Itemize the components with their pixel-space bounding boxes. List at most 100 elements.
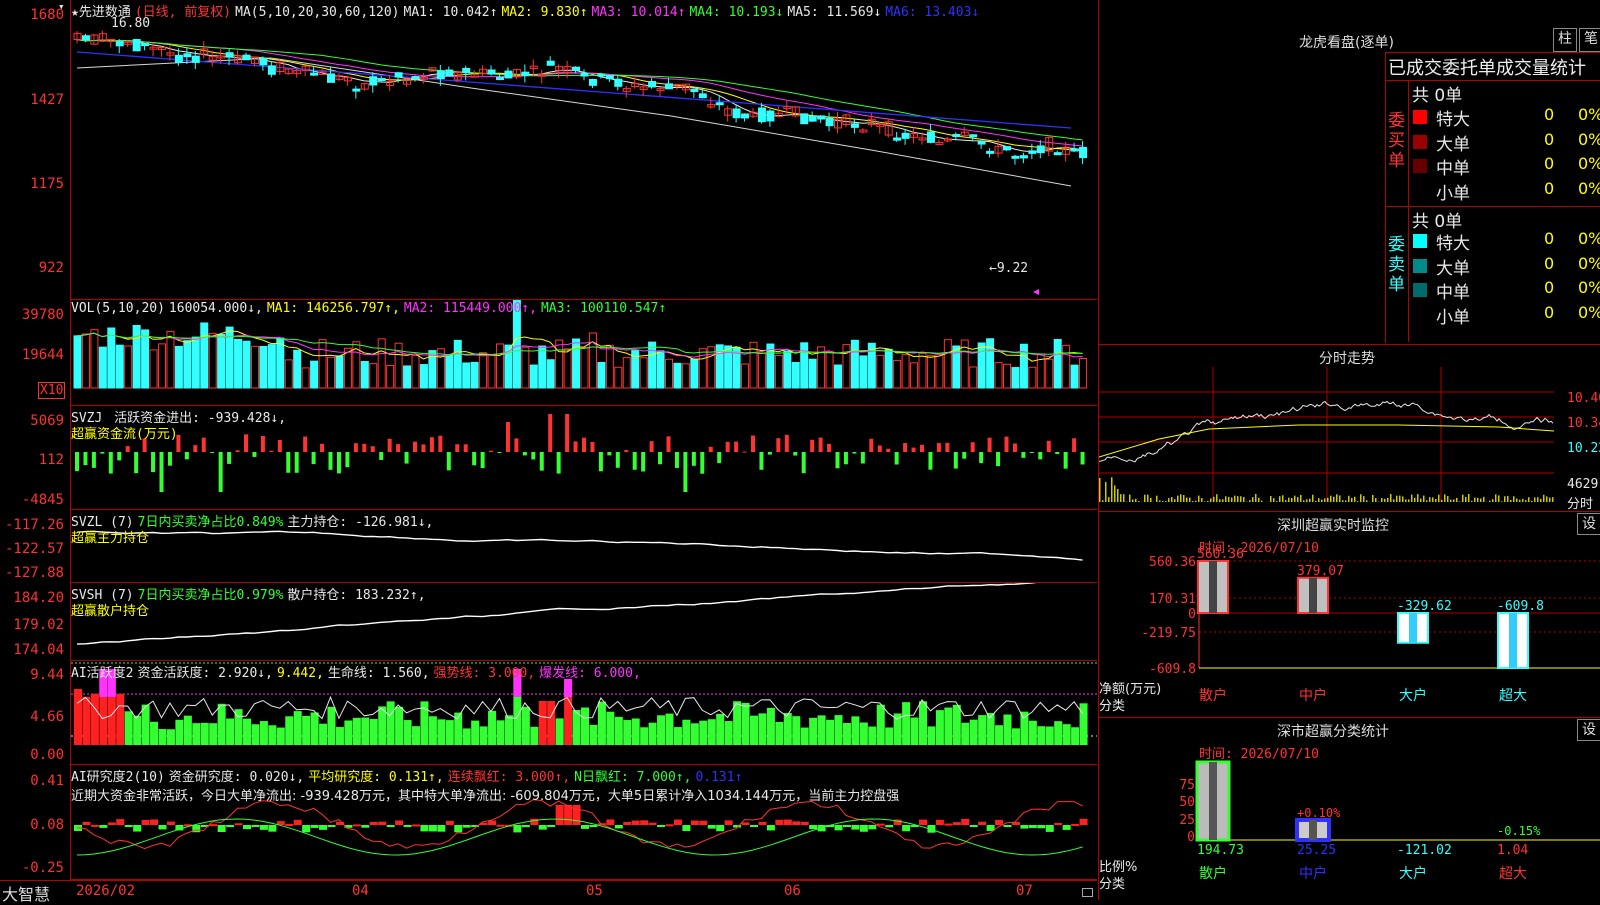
candle-body [328,74,335,82]
chart-mode[interactable]: (日线, 前复权) [135,5,231,20]
research-bar [319,825,327,830]
svsh-panel[interactable]: SVSH (7)7日内买卖净占比0.979%散户持仓: 183.232↑, 超赢… [71,583,1097,661]
buy-row-name: 大单 [1436,130,1470,155]
bar-mode-button[interactable]: 柱 [1553,28,1577,52]
research-bar [1046,825,1054,832]
intraday-vol-bar [1192,501,1194,502]
sz-monitor-chart[interactable]: 560.36170.310-219.75-609.8560.36散户379.07… [1099,512,1600,718]
research-bar [775,820,783,825]
flow-bar [895,452,899,465]
vol-ma3: MA3: 100110.547↑ [541,301,666,316]
monitor-tick: 560.36 [1149,555,1196,570]
volume-bar [319,340,326,388]
volume-bar [142,330,149,388]
candle-body [243,55,250,60]
vol-panel[interactable]: VOL(5,10,20)160054.000↓,MA1: 146256.797↑… [71,300,1097,406]
intraday-vol-bar [1237,496,1239,502]
sz-monitor-panel[interactable]: 深圳超赢实时监控 设 时间: 2026/07/10 560.36170.310-… [1098,512,1600,718]
research-bar [657,825,665,827]
sell-row-count: 0 [1544,303,1554,322]
stock-name[interactable]: ★先进数通 [71,5,131,20]
lock-icon[interactable] [1082,888,1093,897]
intraday-chart[interactable] [1099,367,1600,512]
svzl-tick: -127.88 [5,565,64,581]
flow-bar [683,452,687,492]
candle-body [1020,156,1027,158]
activity-bar [742,703,750,745]
flow-bar [117,452,121,460]
svzl-panel[interactable]: SVZL (7)7日内买卖净占比0.849%主力持仓: -126.981↓, 超… [71,510,1097,583]
intraday-vol-bar [1147,495,1149,502]
activity-bar [725,721,733,745]
intraday-vol-bar [1372,495,1374,502]
volume-bar [108,328,115,388]
volume-bar [623,358,630,388]
price-panel[interactable]: 16.80 ←9.22 ★先进数通(日线, 前复权)MA(5,10,20,30,… [71,0,1097,300]
activity-bar [573,710,581,745]
activity-bar [978,715,986,745]
intraday-vol-bar [1216,494,1218,502]
flow-bar [286,452,290,473]
flow-bar [531,452,535,459]
candlestick-chart[interactable]: 16.80 ←9.22 [71,0,1097,300]
menu-arrow-icon[interactable]: ▾ [58,0,65,13]
intraday-vol-bar [1162,501,1164,502]
intraday-vol-bar [1552,497,1554,502]
research-bar [767,825,775,830]
activity-bar [1063,724,1071,745]
intraday-vol-bar [1432,497,1434,502]
ai1-tick: 0.00 [30,747,64,763]
sz-class-chart[interactable]: 7550250194.73散户25.25中户-121.02大户1.04超大+0.… [1099,718,1600,900]
research-bar [311,825,319,828]
volume-bar [615,367,622,388]
activity-bar [522,707,530,745]
ai2-panel[interactable]: AI研究度2(10)资金研究度: 0.020↓,平均研究度: 0.131↑,连续… [71,765,1097,880]
candle-body [82,36,89,40]
volume-bar [159,344,166,388]
activity-bar [851,716,859,745]
volume-bar [201,323,208,388]
sell-swatch-0 [1413,234,1427,248]
volume-bar [251,346,258,388]
flow-bar [269,451,273,452]
svzj-panel[interactable]: SVZJ 活跃资金进出: -939.428↓, 超赢资金流(万元) [71,406,1097,510]
activity-bar [911,718,919,745]
flow-bar [252,452,256,457]
volume-bar [133,326,140,388]
activity-bar [758,713,766,745]
sz-class-panel[interactable]: 深市超赢分类统计 设 时间: 2026/07/10 7550250194.73散… [1098,718,1600,900]
research-bar [1020,825,1028,829]
monitor-bar-core [1509,613,1517,668]
intraday-vol-bar [1468,494,1470,502]
sell-swatch-1 [1413,259,1427,273]
activity-bar [826,720,834,745]
date-tick: 04 [352,883,369,899]
intraday-unit: 分时 [1567,493,1593,512]
activity-bar [640,727,648,745]
research-bar [674,820,682,825]
intraday-vol-bar [1528,497,1530,502]
flow-bar [83,452,87,465]
research-bar [209,824,217,826]
vol-ma2: MA2: 115449.000↑, [404,301,537,316]
volume-bar [835,365,842,388]
candle-body [1071,149,1078,151]
candle-body [894,138,901,140]
volume-bar [927,356,934,388]
intraday-panel[interactable]: 分时走势 10.40 10.34 10.22 4629 分时 [1098,345,1600,512]
activity-peak [564,679,572,697]
intraday-vol-bar [1546,496,1548,502]
intraday-vol-bar [1219,499,1221,502]
ai2-tick: -0.25 [22,860,64,876]
intraday-vol-bar [1531,501,1533,502]
class-bar-core [1209,762,1217,840]
class-category: 大户 [1399,865,1427,882]
volume-bar [235,339,242,388]
ai2-header: AI研究度2(10)资金研究度: 0.020↓,平均研究度: 0.131↑,连续… [71,766,746,785]
candle-body [133,40,140,51]
ai1-panel[interactable]: AI活跃度2资金活跃度: 2.920↓,9.442,生命线: 1.560,强势线… [71,661,1097,765]
pen-mode-button[interactable]: 笔 [1579,28,1600,52]
intraday-vol-bar [1450,500,1452,502]
intraday-vol-bar [1231,498,1233,502]
activity-bar [1012,728,1020,745]
